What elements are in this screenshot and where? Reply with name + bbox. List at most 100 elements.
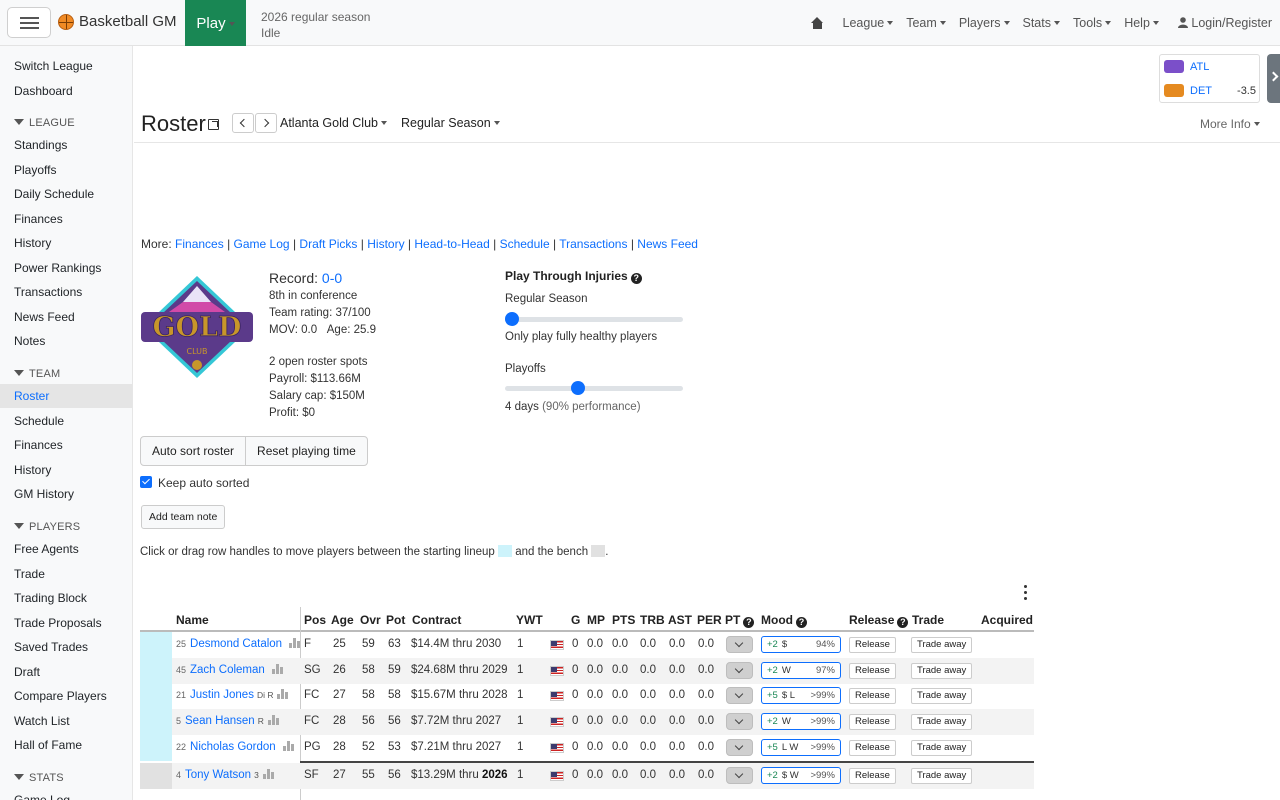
help-icon[interactable]: ?: [743, 617, 755, 628]
ratings-chart-icon[interactable]: [282, 741, 294, 751]
col-contract[interactable]: Contract: [412, 613, 461, 627]
release-button[interactable]: Release: [849, 768, 896, 784]
player-name-link[interactable]: Nicholas Gordon: [190, 741, 276, 753]
col-pt[interactable]: PT?: [725, 613, 755, 628]
sidebar-header-league[interactable]: LEAGUE: [14, 117, 75, 129]
row-drag-handle[interactable]: [140, 709, 172, 735]
sidebar-item-power-rankings[interactable]: Power Rankings: [0, 256, 132, 280]
mood-badge[interactable]: +2 $ W >99%: [761, 767, 841, 784]
home-icon[interactable]: [810, 17, 824, 29]
link-finances[interactable]: Finances: [175, 237, 224, 251]
mood-badge[interactable]: +2 W >99%: [761, 713, 841, 730]
external-link-icon[interactable]: [208, 119, 219, 130]
release-button[interactable]: Release: [849, 714, 896, 730]
sidebar-item-league-finances[interactable]: Finances: [0, 207, 132, 231]
sidebar-item-switch-league[interactable]: Switch League: [0, 54, 132, 78]
play-menu-button[interactable]: Play: [185, 0, 246, 46]
menu-stats[interactable]: Stats: [1023, 16, 1061, 30]
help-icon[interactable]: ?: [796, 617, 807, 628]
sidebar-item-gm-history[interactable]: GM History: [0, 482, 132, 506]
ratings-chart-icon[interactable]: [289, 638, 301, 648]
col-mp[interactable]: MP: [587, 613, 605, 627]
player-name-link[interactable]: Desmond Catalon: [190, 638, 282, 650]
row-drag-handle[interactable]: [140, 735, 172, 761]
regular-season-slider[interactable]: [505, 312, 683, 326]
col-ywt[interactable]: YWT: [516, 613, 543, 627]
mood-badge[interactable]: +5 L W >99%: [761, 739, 841, 756]
link-transactions[interactable]: Transactions: [559, 237, 627, 251]
auto-sort-roster-button[interactable]: Auto sort roster: [141, 437, 245, 465]
trade-away-button[interactable]: Trade away: [911, 688, 973, 704]
record-value[interactable]: 0-0: [322, 270, 342, 286]
sidebar-item-game-log[interactable]: Game Log: [0, 788, 132, 800]
hamburger-menu-button[interactable]: [7, 7, 51, 38]
expand-sidebar-button[interactable]: [1267, 54, 1280, 103]
col-mood[interactable]: Mood?: [761, 613, 807, 628]
playing-time-select[interactable]: [726, 739, 753, 756]
menu-help[interactable]: Help: [1124, 16, 1159, 30]
login-link[interactable]: Login/Register: [1177, 16, 1272, 30]
trade-away-button[interactable]: Trade away: [911, 768, 973, 784]
link-draft-picks[interactable]: Draft Picks: [299, 237, 357, 251]
sidebar-item-team-history[interactable]: History: [0, 458, 132, 482]
menu-team[interactable]: Team: [906, 16, 946, 30]
upcoming-game-scoreboard[interactable]: ATL DET -3.5: [1159, 54, 1260, 103]
sidebar-item-trade-proposals[interactable]: Trade Proposals: [0, 611, 132, 635]
row-drag-handle[interactable]: [140, 658, 172, 684]
row-drag-handle[interactable]: [140, 632, 172, 658]
team-select[interactable]: Atlanta Gold Club: [280, 116, 387, 130]
link-head-to-head[interactable]: Head-to-Head: [414, 237, 489, 251]
keep-auto-sorted-label[interactable]: Keep auto sorted: [158, 476, 249, 490]
col-acquired[interactable]: Acquired: [981, 613, 1033, 627]
release-button[interactable]: Release: [849, 663, 896, 679]
sidebar-item-transactions[interactable]: Transactions: [0, 280, 132, 304]
add-team-note-button[interactable]: Add team note: [141, 505, 226, 529]
sidebar-item-free-agents[interactable]: Free Agents: [0, 537, 132, 561]
link-game-log[interactable]: Game Log: [234, 237, 290, 251]
slider-thumb[interactable]: [505, 312, 519, 326]
playing-time-select[interactable]: [726, 636, 753, 653]
sidebar-item-saved-trades[interactable]: Saved Trades: [0, 635, 132, 659]
sidebar-item-draft[interactable]: Draft: [0, 660, 132, 684]
sidebar-item-trade[interactable]: Trade: [0, 562, 132, 586]
row-drag-handle[interactable]: [140, 683, 172, 709]
trade-away-button[interactable]: Trade away: [911, 637, 973, 653]
col-g[interactable]: G: [571, 613, 580, 627]
scoreboard-team-det[interactable]: DET: [1190, 85, 1212, 97]
playing-time-select[interactable]: [726, 713, 753, 730]
player-name-link[interactable]: Justin Jones: [190, 689, 254, 701]
sidebar-header-stats[interactable]: STATS: [14, 772, 64, 784]
menu-league[interactable]: League: [843, 16, 894, 30]
col-name[interactable]: Name: [176, 613, 209, 627]
col-pot[interactable]: Pot: [386, 613, 405, 627]
release-button[interactable]: Release: [849, 637, 896, 653]
trade-away-button[interactable]: Trade away: [911, 740, 973, 756]
sidebar-item-roster[interactable]: Roster: [0, 384, 132, 408]
playing-time-select[interactable]: [726, 662, 753, 679]
playoffs-slider[interactable]: [505, 381, 683, 395]
table-options-icon[interactable]: [1024, 585, 1028, 600]
sidebar-item-trading-block[interactable]: Trading Block: [0, 586, 132, 610]
release-button[interactable]: Release: [849, 740, 896, 756]
ratings-chart-icon[interactable]: [262, 769, 274, 779]
more-info-dropdown[interactable]: More Info: [1200, 117, 1260, 131]
sidebar-header-team[interactable]: TEAM: [14, 368, 60, 380]
sidebar-header-players[interactable]: PLAYERS: [14, 521, 80, 533]
mood-badge[interactable]: +2 W 97%: [761, 662, 841, 679]
player-name-link[interactable]: Tony Watson: [185, 769, 251, 781]
season-type-select[interactable]: Regular Season: [401, 116, 500, 130]
col-age[interactable]: Age: [331, 613, 354, 627]
help-icon[interactable]: ?: [630, 273, 642, 284]
sidebar-item-dashboard[interactable]: Dashboard: [0, 79, 132, 103]
menu-players[interactable]: Players: [959, 16, 1010, 30]
reset-playing-time-button[interactable]: Reset playing time: [245, 437, 367, 465]
sidebar-item-news-feed[interactable]: News Feed: [0, 305, 132, 329]
trade-away-button[interactable]: Trade away: [911, 663, 973, 679]
sidebar-item-daily-schedule[interactable]: Daily Schedule: [0, 182, 132, 206]
col-trb[interactable]: TRB: [640, 613, 665, 627]
row-drag-handle[interactable]: [140, 763, 172, 789]
ratings-chart-icon[interactable]: [267, 715, 279, 725]
scoreboard-team-atl[interactable]: ATL: [1190, 61, 1209, 73]
sidebar-item-compare-players[interactable]: Compare Players: [0, 684, 132, 708]
playing-time-select[interactable]: [726, 687, 753, 704]
